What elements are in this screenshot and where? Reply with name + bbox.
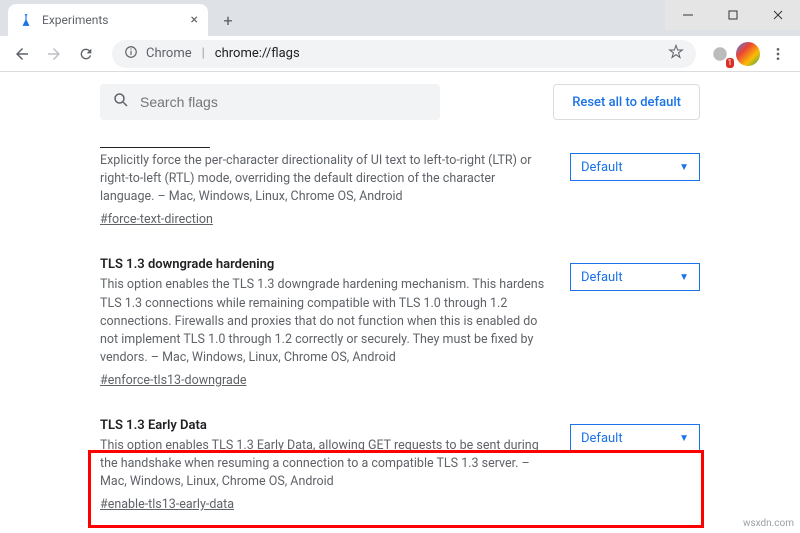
flag-item: TLS 1.3 downgrade hardening This option e… [100,241,700,402]
search-icon [112,91,130,113]
chevron-down-icon: ▼ [679,272,689,283]
page-content: Reset all to default Explicitly force th… [0,72,800,533]
chevron-down-icon: ▼ [679,433,689,444]
flag-item: Explicitly force the per-character direc… [100,131,700,241]
flag-select-value: Default [581,270,623,285]
flag-description: Explicitly force the per-character direc… [100,152,550,206]
new-tab-button[interactable]: + [214,6,242,34]
flag-title: TLS 1.3 downgrade hardening [100,257,550,272]
search-input[interactable] [140,94,428,110]
chevron-down-icon: ▼ [679,162,689,173]
info-icon [124,45,138,63]
window-close[interactable] [755,0,800,30]
omnibox-url: chrome://flags [215,46,300,61]
flag-hash-link[interactable]: #enforce-tls13-downgrade [100,373,247,388]
back-button[interactable] [8,40,36,68]
toolbar: Chrome | chrome://flags 1 [0,36,800,72]
flag-select[interactable]: Default ▼ [570,424,700,452]
extension-badge: 1 [726,58,735,68]
reload-button[interactable] [72,40,100,68]
window-minimize[interactable] [665,0,710,30]
forward-button[interactable] [40,40,68,68]
tab-title: Experiments [42,13,109,27]
flag-description: This option enables TLS 1.3 Early Data, … [100,437,550,491]
window-maximize[interactable] [710,0,755,30]
flag-select-value: Default [581,431,623,446]
watermark: wsxdn.com [743,518,794,529]
flag-select[interactable]: Default ▼ [570,153,700,181]
flask-icon [18,12,34,28]
reset-all-button[interactable]: Reset all to default [553,84,700,120]
omnibox-prefix: Chrome [146,46,192,61]
extension-icon[interactable]: 1 [708,42,732,66]
search-box[interactable] [100,84,440,120]
flag-select[interactable]: Default ▼ [570,263,700,291]
menu-button[interactable] [764,40,792,68]
close-icon[interactable]: × [191,12,198,28]
bookmark-star-icon[interactable] [668,44,684,64]
flag-title-truncated [100,147,210,148]
flag-item: TLS 1.3 Early Data This option enables TL… [100,402,700,526]
flag-description: This option enables the TLS 1.3 downgrad… [100,276,550,367]
flag-hash-link[interactable]: #force-text-direction [100,212,213,227]
flag-item: Force Dark Mode for Web ContentsAutomati… [100,526,700,533]
flag-title: TLS 1.3 Early Data [100,418,550,433]
flag-hash-link[interactable]: #enable-tls13-early-data [100,497,234,512]
omnibox-separator: | [200,46,207,61]
flag-select-value: Default [581,160,623,175]
profile-avatar[interactable] [736,42,760,66]
tab-experiments[interactable]: Experiments × [8,4,208,36]
address-bar[interactable]: Chrome | chrome://flags [112,40,696,68]
